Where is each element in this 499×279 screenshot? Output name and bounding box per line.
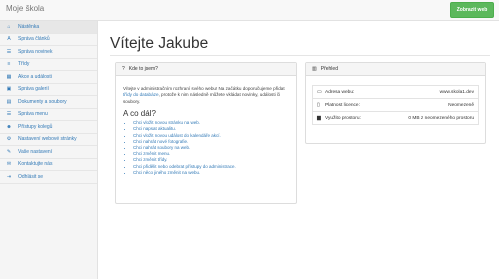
- sidebar-item[interactable]: ▦ Akce a události: [0, 71, 97, 84]
- sidebar-nav: ⌂ Nástěnka A Správa článků ☰ Správa novinek ≡ T…: [0, 21, 97, 184]
- overview-row: ▭ Adresa webu: www.skola1.dev: [313, 86, 478, 99]
- what-next-heading: A co dál?: [123, 109, 156, 119]
- sidebar-item-label: Kontaktujte nás: [18, 161, 53, 168]
- sidebar-item-label: Správa galerií: [18, 86, 49, 93]
- brand-link[interactable]: Moje škola: [6, 4, 44, 13]
- overview-label: Adresa webu:: [325, 89, 355, 95]
- font-icon: A: [7, 36, 11, 43]
- sidebar-item-label: Nástěnka: [18, 23, 40, 30]
- where-am-i-panel: ? Kde to jsem? Vítejte v administračním r…: [115, 62, 297, 204]
- overview-panel: ▥ Přehled ▭ Adresa webu: www.skola1.dev ▯ Pla…: [305, 62, 486, 144]
- overview-value: 0 MB z neomezeného prostoru: [408, 115, 474, 121]
- monitor-icon: ▭: [317, 89, 322, 95]
- sidebar-item[interactable]: ☰ Správa menu: [0, 109, 97, 121]
- overview-table: ▭ Adresa webu: www.skola1.dev ▯ Platnost lic…: [312, 85, 479, 125]
- overview-value: www.skola1.dev: [439, 89, 474, 95]
- top-navbar: Moje škola Zobrazit web: [0, 0, 499, 21]
- chart-icon: ▥: [312, 66, 317, 72]
- panel-heading: ▥ Přehled: [306, 63, 485, 76]
- sidebar-item-label: Nastavení webové stránky: [18, 136, 77, 143]
- sidebar-item-label: Vaše nastavení: [18, 148, 53, 155]
- todo-link[interactable]: Chci něco jiného změnit na webu.: [133, 170, 296, 176]
- overview-value: Neomezeně: [448, 102, 474, 108]
- sidebar-item[interactable]: ▣ Správa galerií: [0, 84, 97, 96]
- storage-icon: ▆: [317, 115, 321, 121]
- envelope-icon: ✉: [6, 161, 12, 168]
- picture-icon: ▣: [6, 86, 12, 93]
- list-icon: ≡: [7, 61, 11, 68]
- license-icon: ▯: [317, 102, 320, 108]
- cogs-icon: ⚙: [6, 136, 12, 143]
- view-site-button[interactable]: Zobrazit web: [450, 2, 494, 18]
- intro-text: Vítejte v administračním rozhraní svého …: [123, 86, 289, 105]
- sidebar-item[interactable]: ⇥ Odhlásit se: [0, 171, 97, 184]
- sidebar-item-label: Správa novinek: [18, 48, 53, 55]
- menu-icon: ☰: [6, 111, 12, 118]
- sidebar-item[interactable]: ✉ Kontaktujte nás: [0, 159, 97, 171]
- sidebar-item[interactable]: ✎ Vaše nastavení: [0, 146, 97, 159]
- sidebar: ⌂ Nástěnka A Správa článků ☰ Správa novinek ≡ T…: [0, 21, 98, 279]
- overview-row: ▆ Využito prostoru: 0 MB z neomezeného pro…: [313, 112, 478, 124]
- sidebar-item[interactable]: ≡ Třídy: [0, 59, 97, 71]
- sidebar-item[interactable]: A Správa článků: [0, 34, 97, 46]
- sidebar-item-label: Odhlásit se: [18, 173, 44, 180]
- sidebar-item-label: Dokumenty a soubory: [18, 98, 67, 105]
- panel-heading: ? Kde to jsem?: [116, 63, 296, 76]
- overview-row: ▯ Platnost licence: Neomezeně: [313, 99, 478, 112]
- sidebar-item-label: Správa menu: [18, 111, 48, 118]
- file-icon: ▤: [6, 98, 12, 105]
- sidebar-item-label: Třídy: [18, 61, 30, 68]
- overview-label: Využito prostoru:: [325, 115, 361, 121]
- sidebar-item[interactable]: ☻ Přístupy kolegů: [0, 121, 97, 134]
- sidebar-item[interactable]: ☰ Správa novinek: [0, 46, 97, 59]
- logout-icon: ⇥: [6, 173, 12, 180]
- user-icon: ✎: [6, 148, 12, 155]
- add-classes-link[interactable]: třídy do databáze: [123, 92, 159, 97]
- panel-heading-text: Kde to jsem?: [128, 66, 158, 72]
- todo-list: Chci vložit novou stránku na web.Chci na…: [116, 120, 296, 176]
- overview-label: Platnost licence:: [325, 102, 360, 108]
- sidebar-item-label: Přístupy kolegů: [18, 123, 53, 130]
- sidebar-item[interactable]: ⌂ Nástěnka: [0, 21, 97, 34]
- question-icon: ?: [122, 66, 125, 72]
- sidebar-item[interactable]: ▤ Dokumenty a soubory: [0, 96, 97, 109]
- sidebar-item-label: Akce a události: [18, 73, 52, 80]
- news-icon: ☰: [6, 48, 12, 55]
- intro-text-start: Vítejte v administračním rozhraní svého …: [123, 86, 285, 91]
- panel-heading-text: Přehled: [320, 66, 338, 72]
- home-icon: ⌂: [7, 23, 11, 30]
- sidebar-item-label: Správa článků: [18, 36, 50, 43]
- title-divider: [110, 55, 490, 56]
- users-icon: ☻: [6, 123, 12, 130]
- calendar-icon: ▦: [6, 73, 12, 80]
- page-title: Vítejte Jakube: [110, 35, 209, 52]
- sidebar-item[interactable]: ⚙ Nastavení webové stránky: [0, 134, 97, 146]
